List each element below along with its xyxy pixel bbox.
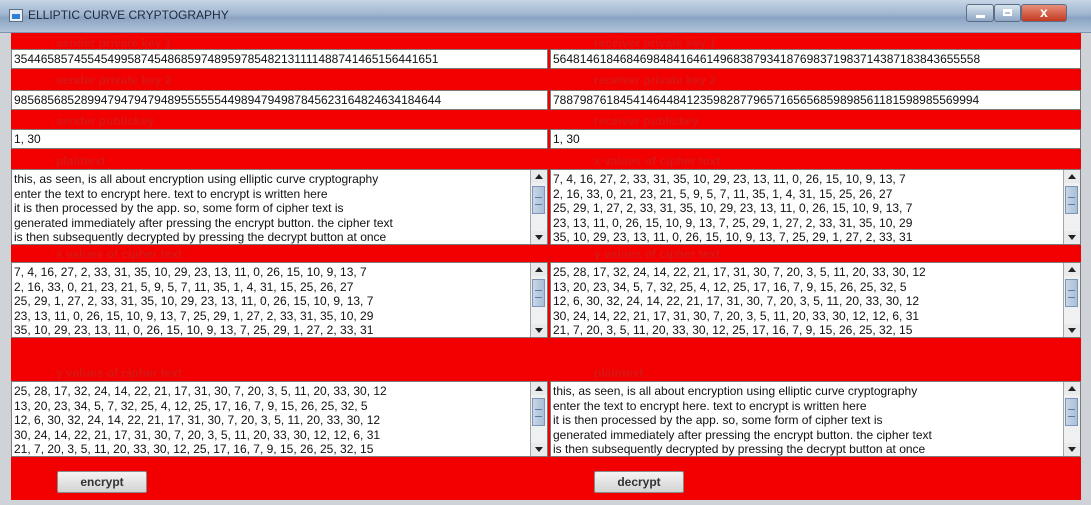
vertical-scrollbar[interactable]	[1063, 263, 1080, 337]
plaintext-output-text: this, as seen, is all about encryption u…	[553, 384, 1062, 456]
plaintext-input-label: plaintext	[56, 154, 106, 168]
text-line: generated immediately after pressing the…	[14, 215, 393, 230]
sender-publickey-field[interactable]: 1, 30	[11, 129, 548, 149]
text-line: it is then processed by the app. so, som…	[14, 201, 344, 215]
text-line: enter the text to encrypt here. text to …	[14, 186, 328, 201]
text-line: generated immediately after pressing the…	[553, 427, 932, 442]
receiver-publickey-field[interactable]: 1, 30	[550, 129, 1081, 149]
text-line: 21, 7, 20, 3, 5, 11, 20, 33, 30, 12, 25,…	[553, 323, 913, 337]
scroll-thumb[interactable]	[1065, 186, 1078, 214]
y-cipher-input-text: 25, 28, 17, 32, 24, 14, 22, 21, 17, 31, …	[14, 384, 529, 456]
text-line: it is then processed by the app. so, som…	[553, 413, 883, 427]
title-bar[interactable]: ELLIPTIC CURVE CRYPTOGRAPHY	[0, 0, 1091, 33]
window-title: ELLIPTIC CURVE CRYPTOGRAPHY	[28, 8, 229, 22]
text-line: enter the text to encrypt here. text to …	[553, 398, 867, 413]
receiver-publickey-label: receiver publickey	[594, 114, 699, 128]
text-line: is then subsequently decrypted by pressi…	[553, 442, 926, 456]
scroll-up-arrow-icon[interactable]	[531, 263, 547, 276]
x-cipher-output-label: x values of cipher text	[594, 154, 721, 168]
text-line: 30, 24, 14, 22, 21, 17, 31, 30, 7, 20, 3…	[553, 308, 920, 323]
scroll-up-arrow-icon[interactable]	[531, 382, 547, 395]
plaintext-input-text: this, as seen, is all about encryption u…	[14, 172, 529, 244]
scroll-down-arrow-icon[interactable]	[1064, 443, 1080, 456]
text-line: 7, 4, 16, 27, 2, 33, 31, 35, 10, 29, 23,…	[553, 172, 906, 186]
receiver-private-key-2-label: receiver private key 2	[594, 73, 717, 87]
plaintext-input-area[interactable]: this, as seen, is all about encryption u…	[11, 169, 548, 245]
text-line: 25, 29, 1, 27, 2, 33, 31, 35, 10, 29, 23…	[553, 201, 913, 215]
scroll-thumb[interactable]	[532, 279, 545, 307]
sender-publickey-label: sender publickey	[56, 114, 155, 128]
text-line: 7, 4, 16, 27, 2, 33, 31, 35, 10, 29, 23,…	[14, 265, 367, 279]
text-line: 12, 6, 30, 32, 24, 14, 22, 21, 17, 31, 3…	[553, 294, 920, 308]
x-cipher-output-area[interactable]: 7, 4, 16, 27, 2, 33, 31, 35, 10, 29, 23,…	[550, 169, 1081, 245]
text-line: 25, 29, 1, 27, 2, 33, 31, 35, 10, 29, 23…	[14, 294, 374, 308]
scroll-down-arrow-icon[interactable]	[531, 443, 547, 456]
y-cipher-output-label: y values of cipher text	[594, 247, 721, 261]
y-cipher-input-label: y values of cipher text	[56, 366, 183, 380]
x-cipher-input-area[interactable]: 7, 4, 16, 27, 2, 33, 31, 35, 10, 29, 23,…	[11, 262, 548, 338]
scroll-down-arrow-icon[interactable]	[531, 324, 547, 337]
y-cipher-input-area[interactable]: 25, 28, 17, 32, 24, 14, 22, 21, 17, 31, …	[11, 381, 548, 457]
text-line: this, as seen, is all about encryption u…	[14, 172, 379, 186]
vertical-scrollbar[interactable]	[530, 382, 547, 456]
x-cipher-output-text: 7, 4, 16, 27, 2, 33, 31, 35, 10, 29, 23,…	[553, 172, 1062, 244]
scroll-thumb[interactable]	[1065, 279, 1078, 307]
text-line: 12, 6, 30, 32, 24, 14, 22, 21, 17, 31, 3…	[14, 413, 381, 427]
main-panel: sender private key 1 receiver private ke…	[11, 33, 1081, 500]
receiver-private-key-2-field[interactable]: 7887987618454146448412359828779657165656…	[550, 90, 1081, 110]
plaintext-output-area[interactable]: this, as seen, is all about encryption u…	[550, 381, 1081, 457]
text-line: 35, 10, 29, 23, 13, 11, 0, 26, 15, 10, 9…	[553, 230, 913, 244]
text-line: 30, 24, 14, 22, 21, 17, 31, 30, 7, 20, 3…	[14, 427, 381, 442]
sender-private-key-1-field[interactable]: 3544658574554549958745486859748959785482…	[11, 49, 548, 69]
text-line: is then subsequently decrypted by pressi…	[14, 230, 387, 244]
text-line: 13, 20, 23, 34, 5, 7, 32, 25, 4, 12, 25,…	[14, 398, 368, 413]
scroll-up-arrow-icon[interactable]	[1064, 170, 1080, 183]
decrypt-button[interactable]: decrypt	[594, 471, 684, 493]
text-line: 23, 13, 11, 0, 26, 15, 10, 9, 13, 7, 25,…	[553, 215, 913, 230]
maximize-button[interactable]	[994, 4, 1021, 22]
sender-private-key-2-label: sender private key 2	[56, 73, 172, 87]
scroll-down-arrow-icon[interactable]	[1064, 231, 1080, 244]
text-line: 2, 16, 33, 0, 21, 23, 21, 5, 9, 5, 7, 11…	[553, 186, 893, 201]
scroll-up-arrow-icon[interactable]	[1064, 382, 1080, 395]
text-line: this, as seen, is all about encryption u…	[553, 384, 918, 398]
vertical-scrollbar[interactable]	[1063, 170, 1080, 244]
encrypt-button[interactable]: encrypt	[57, 471, 147, 493]
text-line: 21, 7, 20, 3, 5, 11, 20, 33, 30, 12, 25,…	[14, 442, 374, 456]
plaintext-output-label: plaintext	[594, 366, 644, 380]
text-line: 35, 10, 29, 23, 13, 11, 0, 26, 15, 10, 9…	[14, 323, 374, 337]
y-cipher-output-text: 25, 28, 17, 32, 24, 14, 22, 21, 17, 31, …	[553, 265, 1062, 337]
sender-private-key-1-label: sender private key 1	[56, 36, 172, 50]
scroll-down-arrow-icon[interactable]	[531, 231, 547, 244]
scroll-thumb[interactable]	[532, 186, 545, 214]
receiver-private-key-1-field[interactable]: 5648146184684698484164614968387934187698…	[550, 49, 1081, 69]
sender-private-key-2-field[interactable]: 9856856852899479479479489555555449894794…	[11, 90, 548, 110]
text-line: 25, 28, 17, 32, 24, 14, 22, 21, 17, 31, …	[14, 384, 387, 398]
scroll-up-arrow-icon[interactable]	[531, 170, 547, 183]
text-line: 25, 28, 17, 32, 24, 14, 22, 21, 17, 31, …	[553, 265, 926, 279]
close-button[interactable]	[1021, 4, 1067, 22]
app-window: ELLIPTIC CURVE CRYPTOGRAPHY sender priva…	[0, 0, 1091, 505]
scroll-thumb[interactable]	[532, 398, 545, 426]
x-cipher-input-label: x values of cipher text	[56, 247, 183, 261]
scroll-down-arrow-icon[interactable]	[1064, 324, 1080, 337]
vertical-scrollbar[interactable]	[530, 170, 547, 244]
minimize-button[interactable]	[966, 4, 994, 22]
java-app-icon	[9, 9, 23, 22]
text-line: 13, 20, 23, 34, 5, 7, 32, 25, 4, 12, 25,…	[553, 279, 907, 294]
scroll-thumb[interactable]	[1065, 398, 1078, 426]
receiver-private-key-1-label: receiver private key 1	[594, 36, 717, 50]
vertical-scrollbar[interactable]	[1063, 382, 1080, 456]
scroll-up-arrow-icon[interactable]	[1064, 263, 1080, 276]
y-cipher-output-area[interactable]: 25, 28, 17, 32, 24, 14, 22, 21, 17, 31, …	[550, 262, 1081, 338]
x-cipher-input-text: 7, 4, 16, 27, 2, 33, 31, 35, 10, 29, 23,…	[14, 265, 529, 337]
text-line: 23, 13, 11, 0, 26, 15, 10, 9, 13, 7, 25,…	[14, 308, 374, 323]
vertical-scrollbar[interactable]	[530, 263, 547, 337]
text-line: 2, 16, 33, 0, 21, 23, 21, 5, 9, 5, 7, 11…	[14, 279, 354, 294]
